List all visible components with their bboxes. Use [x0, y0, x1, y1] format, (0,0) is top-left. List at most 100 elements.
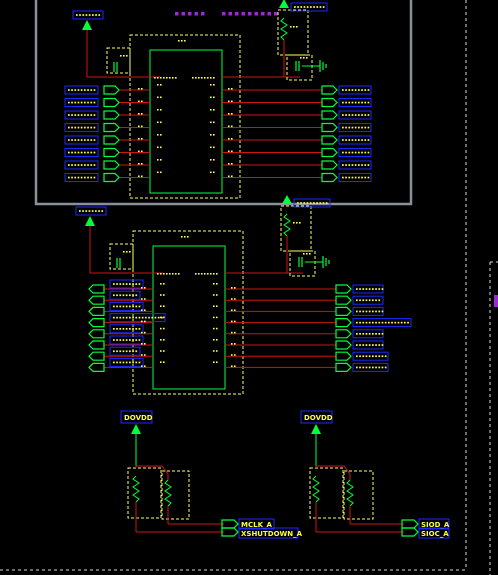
- pin-dots: [157, 84, 162, 86]
- dot: [207, 77, 209, 79]
- dot: [364, 101, 367, 104]
- pin-dots: [228, 175, 233, 178]
- dot: [231, 309, 233, 311]
- port-icon[interactable]: [321, 172, 338, 183]
- dot: [125, 328, 128, 330]
- dot: [358, 114, 360, 116]
- dot: [348, 89, 351, 91]
- ic-selection-box: [132, 230, 244, 395]
- schematic-canvas[interactable]: DOVDD MCLK_A XSHUTDOWN_A DOVDD SIOD_A SI…: [0, 0, 498, 575]
- port-icon[interactable]: [103, 172, 120, 183]
- dot: [138, 88, 140, 90]
- port-icon[interactable]: [321, 110, 338, 120]
- pin-dots: [213, 361, 218, 363]
- port-icon[interactable]: [88, 284, 105, 294]
- port-icon[interactable]: [321, 122, 338, 133]
- dot: [364, 176, 367, 179]
- port-icon[interactable]: [335, 306, 352, 316]
- port-icon[interactable]: [221, 519, 239, 529]
- port-icon[interactable]: [88, 340, 105, 350]
- bus-dot: [267, 12, 271, 16]
- port-icon[interactable]: [221, 527, 239, 537]
- dot: [348, 151, 351, 154]
- port-icon[interactable]: [103, 97, 120, 108]
- port-icon[interactable]: [103, 122, 120, 133]
- port-icon[interactable]: [335, 351, 352, 361]
- dot: [157, 146, 159, 149]
- dot: [119, 294, 122, 297]
- dot: [154, 316, 157, 319]
- bus-dot: [274, 12, 278, 16]
- port-icon[interactable]: [88, 318, 105, 328]
- dot: [71, 89, 73, 91]
- dot: [216, 305, 218, 307]
- net-label: [352, 362, 389, 372]
- port-icon[interactable]: [401, 527, 419, 537]
- port-icon[interactable]: [401, 519, 419, 529]
- port-icon[interactable]: [321, 97, 338, 108]
- dot: [361, 164, 363, 166]
- dot: [163, 77, 165, 79]
- port-icon[interactable]: [321, 85, 338, 95]
- port-icon[interactable]: [335, 340, 352, 350]
- dot: [201, 77, 203, 79]
- dot: [300, 202, 302, 204]
- port-icon[interactable]: [335, 318, 352, 328]
- dot: [216, 327, 218, 330]
- port-icon[interactable]: [321, 135, 338, 145]
- dot: [368, 288, 371, 290]
- dot: [368, 355, 371, 358]
- dot: [213, 134, 215, 136]
- schematic-drawing[interactable]: DOVDD MCLK_A XSHUTDOWN_A DOVDD SIOD_A SI…: [0, 0, 498, 575]
- dot: [84, 101, 86, 104]
- dot: [119, 316, 122, 319]
- dot: [375, 321, 377, 324]
- pin-dots: [231, 343, 236, 345]
- dot: [144, 343, 146, 345]
- dot: [358, 151, 360, 154]
- pin-dots: [157, 96, 162, 99]
- port-icon[interactable]: [103, 85, 120, 95]
- net-label: [338, 98, 372, 107]
- dot: [213, 121, 215, 124]
- dot: [145, 316, 147, 319]
- port-icon[interactable]: [88, 351, 105, 361]
- dot: [204, 273, 206, 275]
- port-icon[interactable]: [103, 135, 120, 145]
- net-label: [109, 335, 144, 345]
- pin-dots: [138, 163, 143, 165]
- dot: [120, 55, 122, 57]
- dot: [132, 294, 134, 297]
- dot: [348, 101, 351, 104]
- dot: [84, 89, 86, 91]
- dot: [351, 164, 354, 166]
- dot: [384, 321, 387, 324]
- dot: [228, 150, 230, 153]
- dot: [342, 89, 344, 91]
- dot: [364, 151, 367, 154]
- port-icon[interactable]: [335, 362, 352, 372]
- port-icon[interactable]: [321, 160, 338, 170]
- port-icon[interactable]: [103, 147, 120, 158]
- port-icon[interactable]: [88, 362, 105, 372]
- dot: [74, 126, 77, 129]
- port-icon[interactable]: [335, 295, 352, 305]
- port-icon[interactable]: [335, 329, 352, 339]
- port-icon[interactable]: [103, 160, 120, 170]
- dot: [381, 288, 384, 290]
- port-icon[interactable]: [321, 147, 338, 158]
- dot: [378, 310, 381, 313]
- dot: [132, 350, 134, 353]
- dot: [116, 305, 118, 308]
- port-icon[interactable]: [335, 284, 352, 294]
- dot: [356, 355, 358, 358]
- dot: [160, 294, 162, 296]
- dot: [141, 163, 143, 165]
- dot: [68, 114, 70, 116]
- port-icon[interactable]: [88, 295, 105, 305]
- up-arrow-icon: [131, 424, 141, 434]
- port-icon[interactable]: [103, 110, 120, 120]
- port-icon[interactable]: [88, 306, 105, 316]
- port-icon[interactable]: [88, 329, 105, 339]
- pin-dots: [141, 298, 146, 300]
